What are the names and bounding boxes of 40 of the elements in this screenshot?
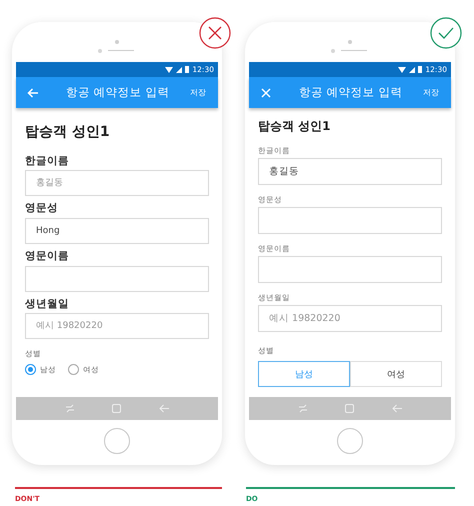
- screen-title: 항공 예약정보 입력: [66, 85, 170, 100]
- input-field[interactable]: 예시 19820220: [258, 305, 442, 332]
- signal-icon: [409, 66, 416, 72]
- segment-button[interactable]: 여성: [350, 361, 442, 388]
- battery-icon: [185, 66, 190, 73]
- battery-icon: [418, 66, 422, 73]
- camera-dot: [115, 40, 119, 44]
- back-arrow-icon: [27, 88, 39, 98]
- section-heading: 탑승객 성인1: [25, 124, 111, 141]
- recents-icon[interactable]: [64, 404, 75, 413]
- input-field[interactable]: [258, 207, 442, 234]
- back-arrow-icon[interactable]: [392, 404, 402, 413]
- square-icon[interactable]: [345, 404, 354, 413]
- home-button[interactable]: [104, 428, 130, 454]
- field-label: 생년월일: [25, 298, 70, 310]
- segment-button[interactable]: 남성: [258, 361, 350, 388]
- recents-icon[interactable]: [298, 404, 308, 413]
- sensor-dot: [98, 49, 102, 53]
- sensor-dot: [331, 49, 335, 53]
- save-button[interactable]: 저장: [423, 87, 451, 98]
- field-label: 한글이름: [25, 154, 70, 168]
- home-button[interactable]: [337, 428, 363, 454]
- wifi-icon: [165, 66, 174, 72]
- input-field[interactable]: Hong: [25, 218, 209, 244]
- square-icon[interactable]: [112, 404, 122, 413]
- input-field[interactable]: [25, 266, 209, 292]
- input-field[interactable]: 예시 19820220: [25, 313, 209, 340]
- input-field[interactable]: [258, 256, 442, 284]
- field-label: 영문성: [25, 202, 59, 215]
- input-field[interactable]: 홍길동: [258, 158, 442, 186]
- input-field[interactable]: 홍길동: [25, 170, 209, 196]
- close-icon: [261, 88, 271, 98]
- field-label: 영문이름: [25, 250, 70, 263]
- section-heading: 탑승객 성인1: [258, 119, 332, 134]
- back-arrow-icon[interactable]: [159, 404, 170, 413]
- wifi-icon: [398, 66, 406, 72]
- screen-title: 항공 예약정보 입력: [299, 85, 404, 100]
- signal-icon: [176, 66, 182, 72]
- save-button[interactable]: 저장: [190, 87, 218, 98]
- camera-dot: [348, 40, 352, 44]
